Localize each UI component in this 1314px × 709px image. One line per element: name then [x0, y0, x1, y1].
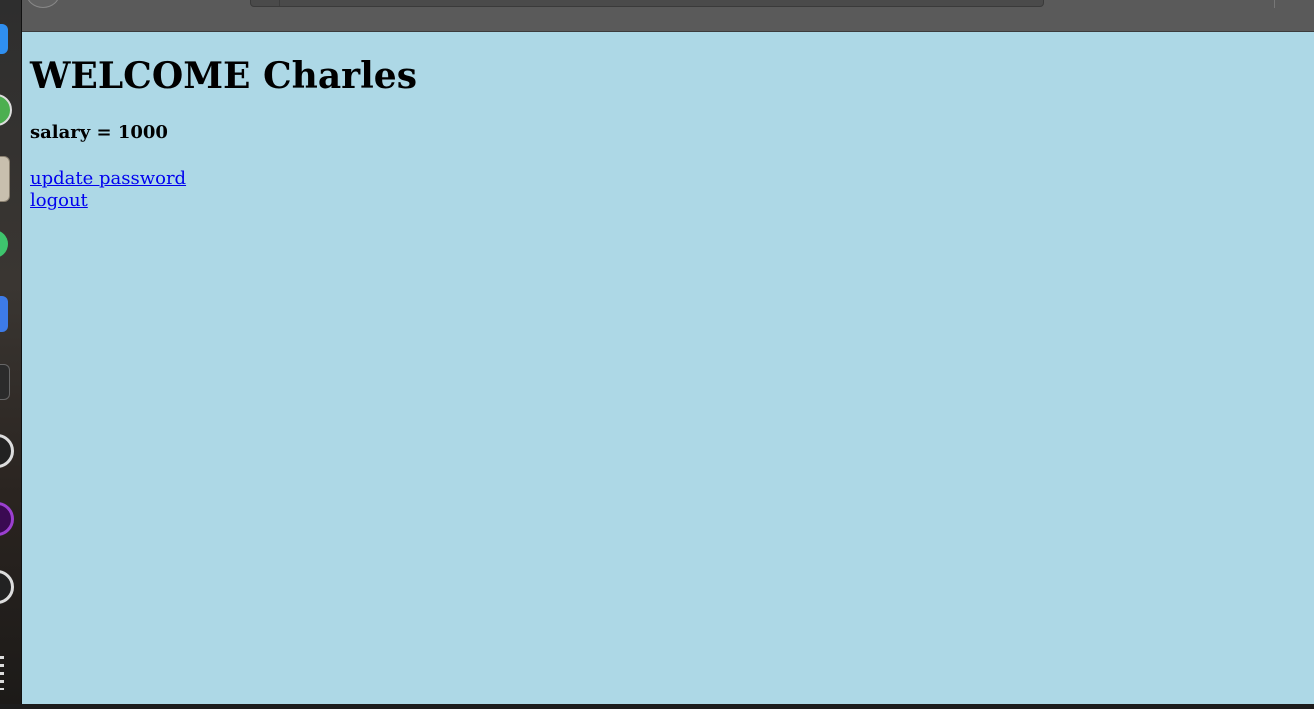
app-icon-circle[interactable] — [0, 434, 14, 468]
window-bottom-edge — [0, 704, 1314, 709]
link-list: update password logout — [30, 168, 186, 212]
welcome-heading: WELCOME Charles — [30, 55, 417, 97]
back-button[interactable] — [26, 0, 60, 8]
toolbar-separator — [1274, 0, 1275, 8]
app-icon-blue-2[interactable] — [0, 296, 8, 332]
salary-text: salary = 1000 — [30, 122, 168, 143]
app-icon-blue[interactable] — [0, 24, 8, 54]
screen: WELCOME Charles salary = 1000 update pas… — [0, 0, 1314, 709]
app-icon-green-2[interactable] — [0, 230, 8, 258]
app-icon-terminal[interactable] — [0, 364, 10, 400]
app-icon-purple[interactable] — [0, 502, 14, 536]
app-icon-green[interactable] — [0, 94, 12, 126]
dock — [0, 0, 22, 709]
app-grid-icon[interactable] — [0, 656, 4, 690]
app-icon-files[interactable] — [0, 156, 10, 202]
address-bar[interactable] — [250, 0, 1044, 7]
page-body: WELCOME Charles salary = 1000 update pas… — [22, 32, 1314, 704]
browser-toolbar — [22, 0, 1314, 32]
address-bar-divider — [279, 0, 280, 6]
logout-link[interactable]: logout — [30, 190, 186, 212]
update-password-link[interactable]: update password — [30, 168, 186, 190]
app-icon-circle-2[interactable] — [0, 570, 14, 604]
